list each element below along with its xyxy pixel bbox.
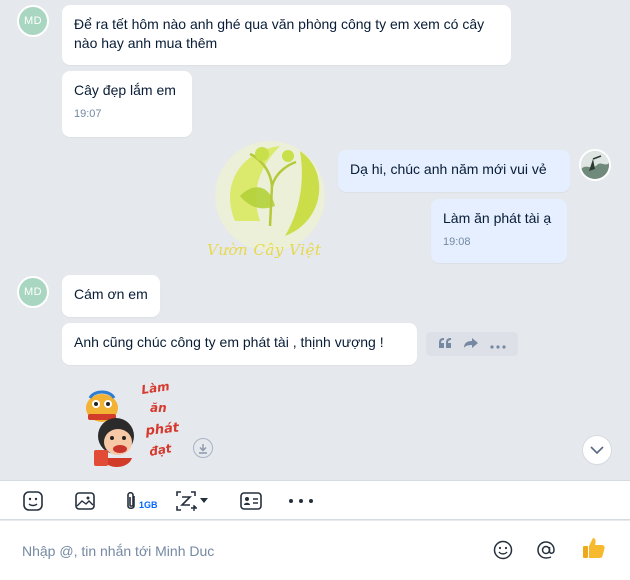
message-text: Để ra tết hôm nào anh ghé qua văn phòng … [74,16,485,51]
chevron-down-icon [590,446,604,454]
sticker-text: ăn [150,401,167,415]
caret-down-icon [200,498,208,503]
forward-icon[interactable] [463,337,479,352]
paperclip-icon [127,491,135,510]
more-icon[interactable] [490,337,506,352]
message-bubble[interactable]: Cây đẹp lắm em 19:07 [62,71,192,137]
mention-button[interactable] [534,538,558,562]
scroll-down-button[interactable] [582,435,612,465]
emoji-button[interactable] [491,538,515,562]
message-bubble-me[interactable]: Làm ăn phát tài ạ 19:08 [431,199,567,263]
download-icon[interactable] [193,438,213,458]
quick-like-button[interactable] [580,534,608,562]
sticker[interactable]: Làm ăn phát đạt [80,378,180,478]
sticker-text: đạt [148,441,174,459]
image-button[interactable] [74,489,96,513]
my-avatar-image [581,151,609,179]
message-bubble-me[interactable]: Dạ hi, chúc anh năm mới vui vẻ [338,150,570,192]
message-text: Cây đẹp lắm em [74,82,176,98]
contact-card-button[interactable] [239,489,263,513]
image-icon [75,492,95,510]
message-bubble[interactable]: Anh cũng chúc công ty em phát tài , thịn… [62,323,417,365]
message-actions [426,332,518,356]
message-text: Cám ơn em [74,286,148,302]
message-bubble[interactable]: Để ra tết hôm nào anh ghé qua văn phòng … [62,5,511,65]
more-options-button[interactable] [288,489,314,513]
message-time: 19:08 [443,236,471,248]
more-horizontal-icon [289,499,313,503]
thumbs-up-icon [583,538,605,558]
sticker-icon [23,491,43,511]
at-sign-icon [537,541,555,559]
contact-avatar[interactable]: MD [17,276,49,308]
composer [0,521,630,580]
message-text: Dạ hi, chúc anh năm mới vui vẻ [350,161,547,177]
sticker-text: phát [144,420,180,439]
contact-card-icon [240,492,262,510]
screenshot-icon [176,491,197,511]
message-list[interactable]: Vườn Cây Việt MD Để ra tết hôm nào anh g… [0,0,630,480]
my-avatar[interactable] [579,149,611,181]
message-text: Làm ăn phát tài ạ [443,210,552,226]
sticker-button[interactable] [22,489,44,513]
attach-file-button[interactable]: 1GB [124,489,158,513]
composer-toolbar: 1GB [0,480,630,520]
message-text: Anh cũng chúc công ty em phát tài , thịn… [74,334,384,350]
screenshot-button[interactable] [175,489,208,513]
quote-icon[interactable] [438,337,452,352]
watermark-text: Vườn Cây Việt [207,241,322,259]
message-input[interactable] [22,539,462,563]
message-time: 19:07 [74,108,102,120]
contact-avatar[interactable]: MD [17,5,49,37]
message-bubble[interactable]: Cám ơn em [62,275,160,317]
file-size-label: 1GB [139,500,158,510]
sticker-text: Làm [140,379,170,397]
emoji-icon [493,540,513,560]
